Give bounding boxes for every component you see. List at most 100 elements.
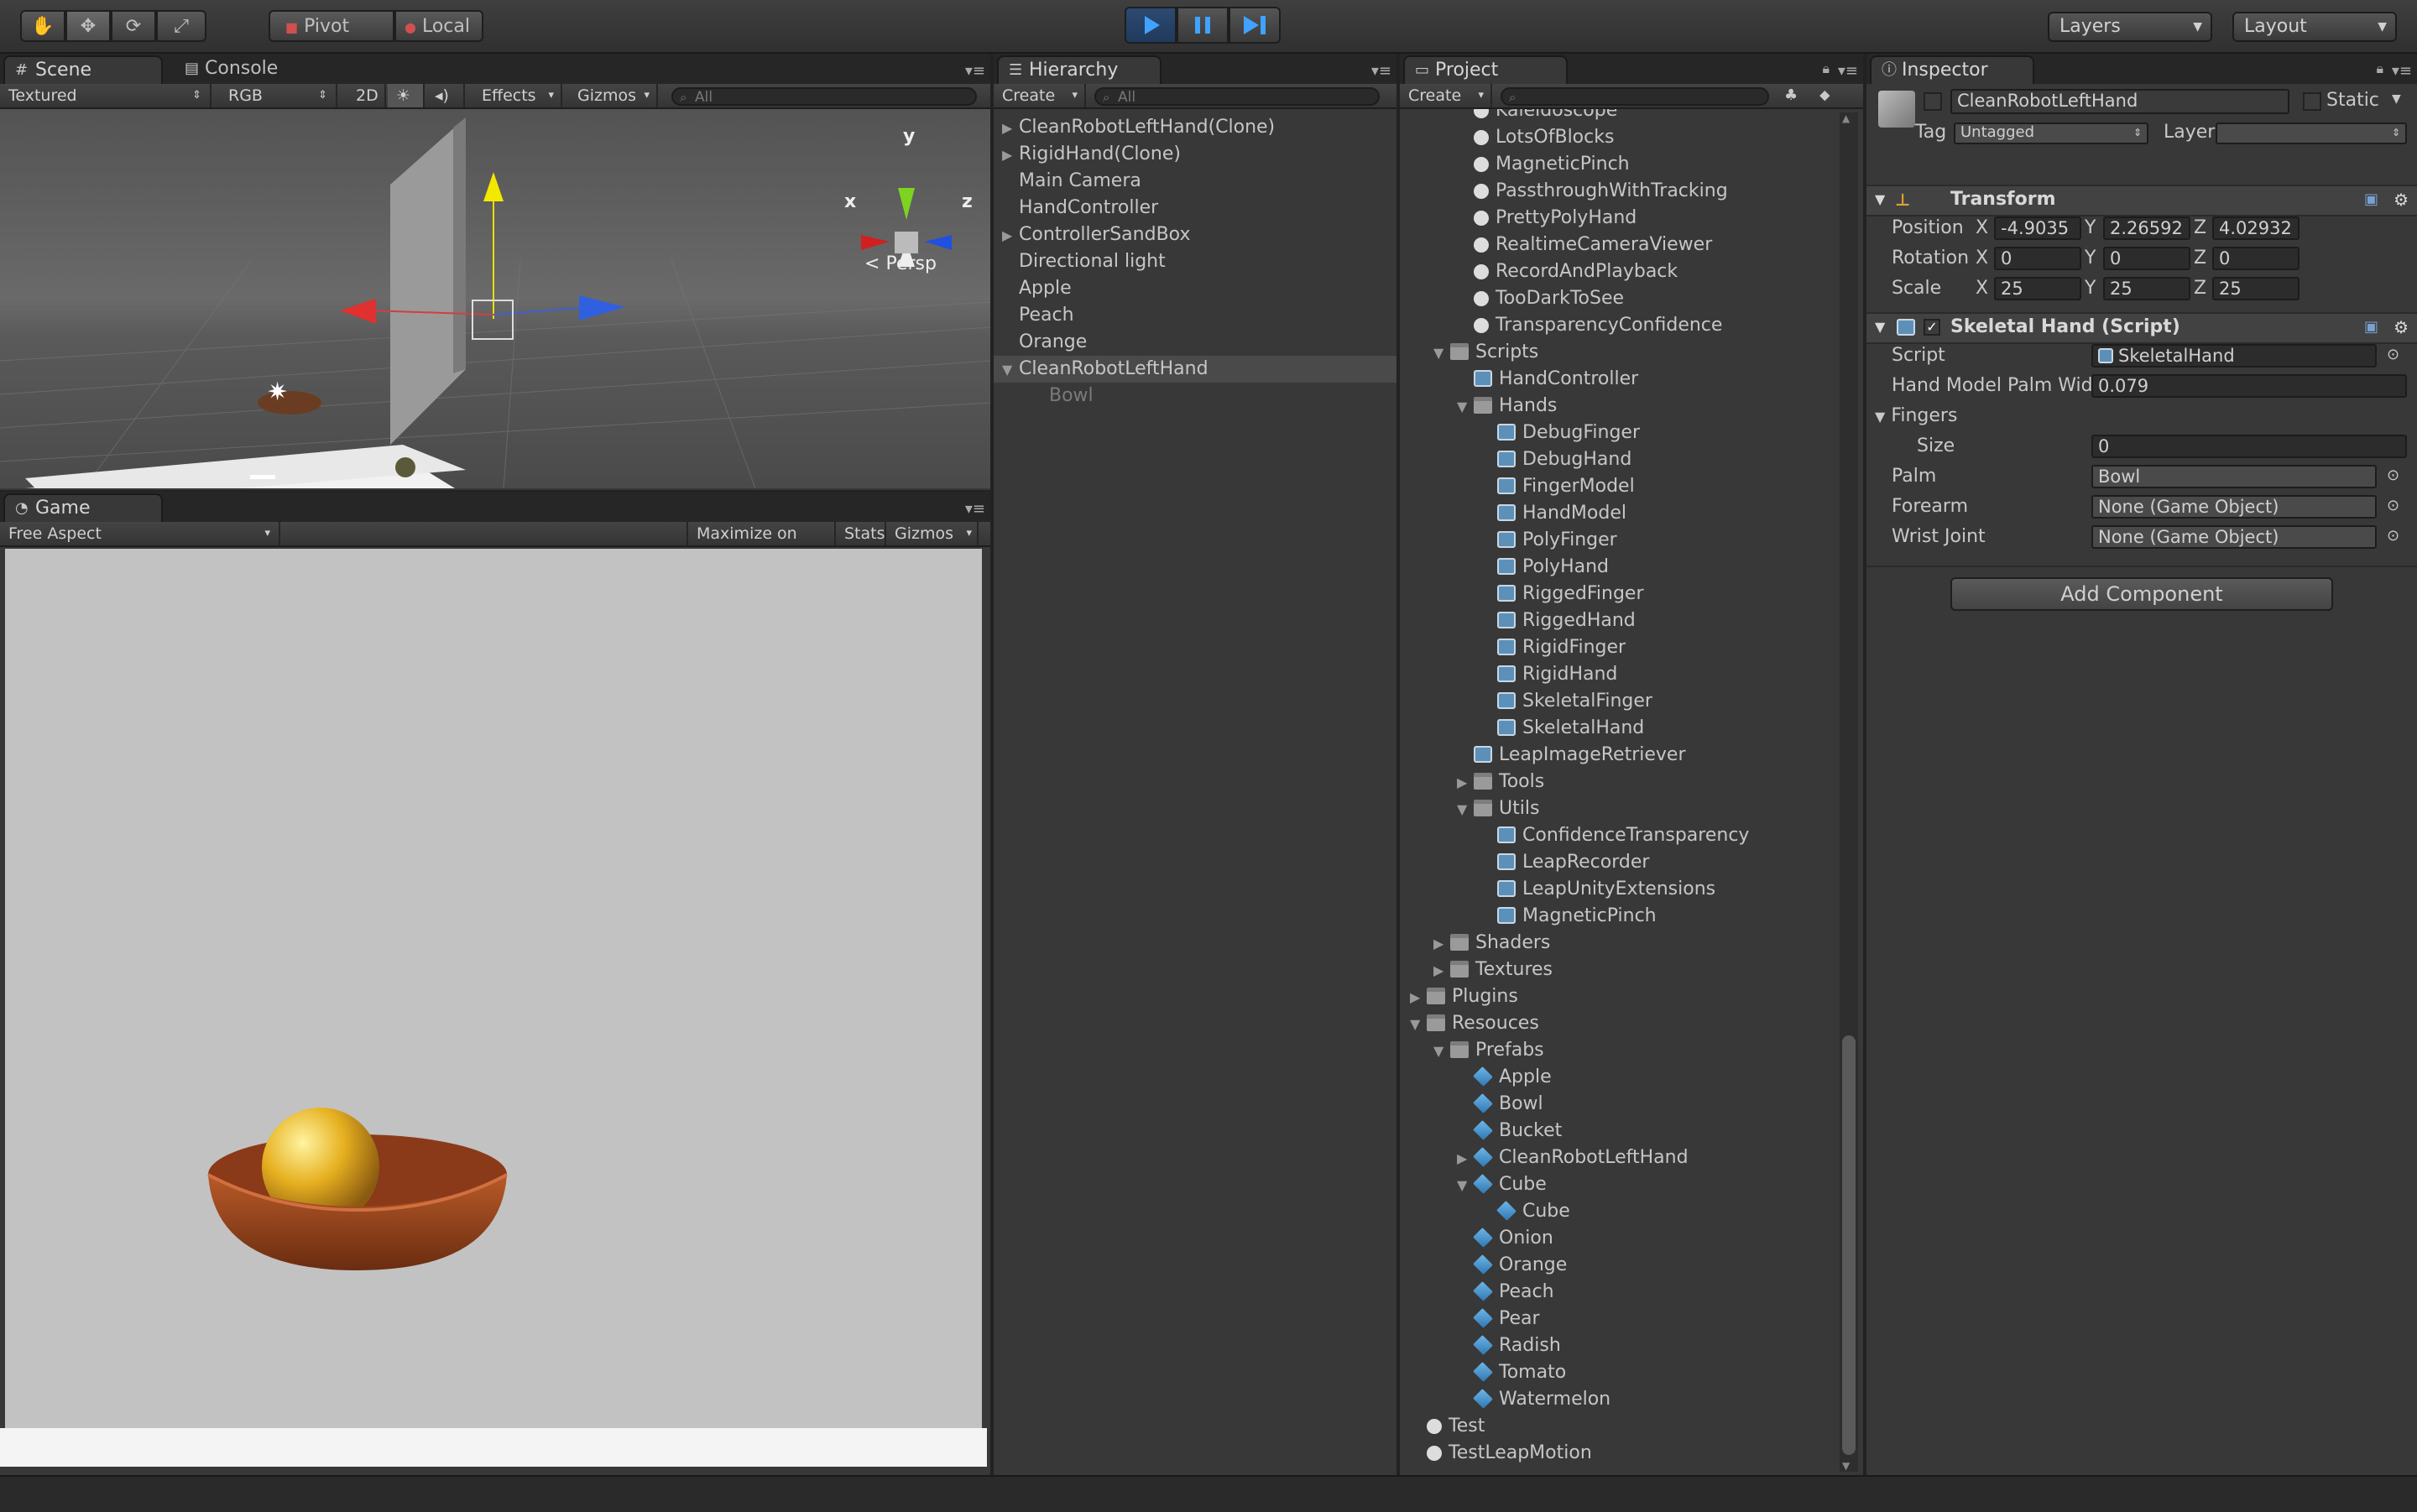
project-item[interactable]: LeapImageRetriever xyxy=(1457,742,1686,769)
effects-dropdown[interactable]: Effects ▾ xyxy=(473,84,562,107)
project-item[interactable]: ▶ Tools xyxy=(1457,769,1544,795)
palm-width-input[interactable]: 0.079 xyxy=(2091,374,2407,398)
panel-menu-icon[interactable]: ▾≡ xyxy=(2392,62,2412,80)
collapsed-arrow-icon[interactable]: ▶ xyxy=(1457,1145,1474,1172)
project-item[interactable]: LeapUnityExtensions xyxy=(1480,876,1715,903)
project-item[interactable]: ▶ Textures xyxy=(1433,957,1553,983)
project-item[interactable]: ▶ Plugins xyxy=(1410,983,1518,1010)
static-checkbox[interactable] xyxy=(2303,92,2321,111)
project-item[interactable]: ▼ Resouces xyxy=(1410,1010,1539,1037)
forearm-field[interactable]: None (Game Object) xyxy=(2091,495,2377,519)
position-y-input[interactable]: 2.26592 xyxy=(2103,216,2190,240)
hierarchy-create-dropdown[interactable]: Create ▾ xyxy=(994,84,1086,107)
2d-toggle[interactable]: 2D xyxy=(347,84,386,107)
hierarchy-item[interactable]: ▶ CleanRobotLeftHand(Clone) xyxy=(1002,114,1388,141)
scene-gizmos-dropdown[interactable]: Gizmos ▾ xyxy=(569,84,658,107)
project-item[interactable]: Bucket xyxy=(1457,1118,1562,1144)
project-item[interactable]: TestLeapMotion xyxy=(1410,1440,1592,1467)
project-search-input[interactable]: ⌕ xyxy=(1501,87,1769,106)
object-name-input[interactable]: CleanRobotLeftHand xyxy=(1950,89,2289,114)
move-tool-button[interactable]: ✥ xyxy=(65,10,111,42)
object-picker-icon[interactable]: ⊙ xyxy=(2387,497,2399,514)
expanded-arrow-icon[interactable]: ▼ xyxy=(1410,1011,1427,1038)
project-item[interactable]: TransparencyConfidence xyxy=(1457,312,1722,339)
scale-y-input[interactable]: 25 xyxy=(2103,277,2190,300)
project-item[interactable]: ▼ Utils xyxy=(1457,795,1539,822)
project-item[interactable]: RealtimeCameraViewer xyxy=(1457,232,1712,258)
project-item[interactable]: Cube xyxy=(1480,1198,1570,1225)
layer-dropdown[interactable]: ⇕ xyxy=(2216,123,2407,144)
project-item[interactable]: ▶ Shaders xyxy=(1433,930,1550,957)
position-z-input[interactable]: 4.02932 xyxy=(2212,216,2300,240)
collapsed-arrow-icon[interactable]: ▶ xyxy=(1457,769,1474,796)
shading-dropdown[interactable]: Textured ⇕ xyxy=(0,84,211,107)
rotate-tool-button[interactable]: ⟳ xyxy=(111,10,156,42)
project-item[interactable]: MagneticPinch xyxy=(1480,903,1657,930)
object-picker-icon[interactable]: ⊙ xyxy=(2387,527,2399,545)
hierarchy-search-input[interactable]: All ⌕ xyxy=(1094,87,1380,106)
collapsed-arrow-icon[interactable]: ▶ xyxy=(1002,115,1019,142)
expanded-arrow-icon[interactable]: ▼ xyxy=(1457,394,1474,420)
project-item[interactable]: ConfidenceTransparency xyxy=(1480,822,1749,849)
project-item[interactable]: ▼ Hands xyxy=(1457,393,1557,420)
expanded-arrow-icon[interactable]: ▼ xyxy=(1433,1038,1450,1065)
project-item[interactable]: PassthroughWithTracking xyxy=(1457,178,1728,205)
scale-tool-button[interactable]: ⤢ xyxy=(156,10,206,42)
layout-dropdown[interactable]: Layout ▼ xyxy=(2232,12,2397,42)
project-item[interactable]: DebugHand xyxy=(1480,446,1631,473)
lock-icon[interactable]: 🔒︎ xyxy=(2376,60,2383,77)
tag-dropdown[interactable]: Untagged ⇕ xyxy=(1954,123,2148,144)
project-item[interactable]: ▼ Cube xyxy=(1457,1171,1547,1198)
wrist-joint-field[interactable]: None (Game Object) xyxy=(2091,525,2377,549)
hierarchy-item[interactable]: Orange xyxy=(1002,329,1388,356)
layers-dropdown[interactable]: Layers ▼ xyxy=(2048,12,2212,42)
project-item[interactable]: PolyFinger xyxy=(1480,527,1617,554)
project-item[interactable]: MagneticPinch xyxy=(1457,151,1630,178)
enabled-checkbox[interactable]: ✓ xyxy=(1924,319,1940,336)
tab-scene[interactable]: # Scene xyxy=(3,55,163,84)
collapsed-arrow-icon[interactable]: ▶ xyxy=(1002,142,1019,169)
hand-tool-button[interactable]: ✋ xyxy=(20,10,65,42)
object-picker-icon[interactable]: ⊙ xyxy=(2387,346,2399,363)
game-viewport[interactable] xyxy=(0,549,987,1467)
hierarchy-item[interactable]: Directional light xyxy=(1002,248,1388,275)
project-item[interactable]: SkeletalHand xyxy=(1480,715,1644,742)
hierarchy-item[interactable]: Main Camera xyxy=(1002,168,1388,195)
hierarchy-item[interactable]: HandController xyxy=(1002,195,1388,222)
rotation-z-input[interactable]: 0 xyxy=(2212,247,2300,270)
gear-icon[interactable]: ⚙ xyxy=(2394,314,2409,341)
persp-toggle[interactable]: < Persp xyxy=(864,253,937,274)
collapsed-arrow-icon[interactable]: ▶ xyxy=(1433,957,1450,984)
project-item[interactable]: DebugFinger xyxy=(1480,420,1640,446)
collapsed-arrow-icon[interactable]: ▶ xyxy=(1410,984,1427,1011)
project-scrollbar[interactable]: ▲ ▼ xyxy=(1840,112,1858,1472)
project-item[interactable]: PolyHand xyxy=(1480,554,1609,581)
project-item[interactable]: Watermelon xyxy=(1457,1386,1610,1413)
audio-toggle[interactable]: ◂) xyxy=(426,84,465,107)
active-checkbox[interactable] xyxy=(1924,92,1942,111)
project-item[interactable]: LotsOfBlocks xyxy=(1457,124,1614,151)
stats-toggle[interactable]: Stats xyxy=(836,522,886,545)
tab-console[interactable]: ▤ Console xyxy=(175,55,334,84)
project-item[interactable]: ▶ CleanRobotLeftHand xyxy=(1457,1144,1689,1171)
rotation-x-input[interactable]: 0 xyxy=(1994,247,2081,270)
hierarchy-item[interactable]: ▼ CleanRobotLeftHand xyxy=(994,356,1396,383)
project-item[interactable]: Peach xyxy=(1457,1279,1554,1306)
tab-game[interactable]: ◔ Game xyxy=(3,493,163,522)
expanded-arrow-icon[interactable]: ▼ xyxy=(1457,1172,1474,1199)
hierarchy-item[interactable]: Apple xyxy=(1002,275,1388,302)
palm-field[interactable]: Bowl xyxy=(2091,465,2377,488)
panel-menu-icon[interactable]: ▾≡ xyxy=(1371,62,1391,80)
project-item[interactable]: Orange xyxy=(1457,1252,1567,1279)
project-item[interactable]: Tomato xyxy=(1457,1359,1566,1386)
expanded-arrow-icon[interactable]: ▼ xyxy=(1457,796,1474,823)
static-chevron-down-icon[interactable]: ▼ xyxy=(2392,92,2401,106)
add-component-button[interactable]: Add Component xyxy=(1950,577,2333,611)
game-gizmos-dropdown[interactable]: Gizmos ▾ xyxy=(886,522,979,545)
panel-menu-icon[interactable]: ▾≡ xyxy=(965,62,985,80)
expanded-arrow-icon[interactable]: ▼ xyxy=(1002,357,1019,383)
project-item[interactable]: Pear xyxy=(1457,1306,1540,1332)
project-item[interactable]: RiggedFinger xyxy=(1480,581,1643,607)
project-item[interactable]: Bowl xyxy=(1457,1091,1543,1118)
transform-header[interactable]: ▼ ⊥ Transform ▣ ⚙ xyxy=(1866,185,2417,216)
